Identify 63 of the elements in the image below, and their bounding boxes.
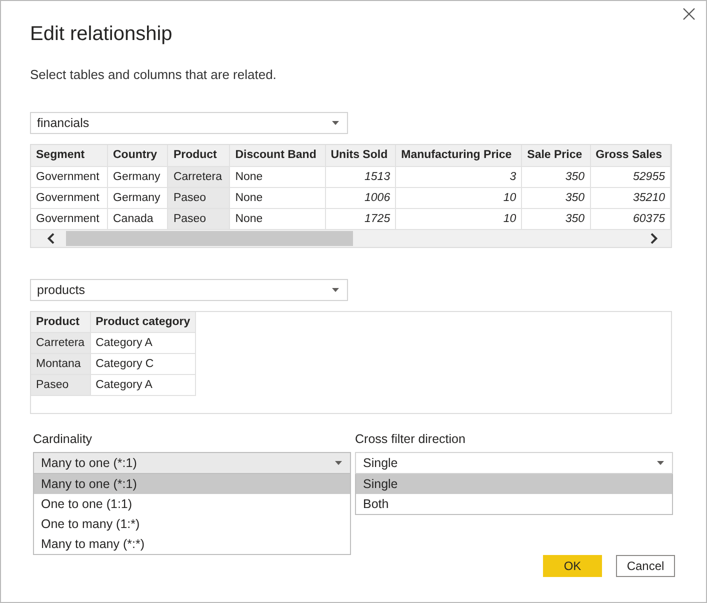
column-header[interactable]: Segment: [31, 145, 108, 166]
dropdown-label: Cross filter direction: [355, 432, 466, 446]
caret-icon: [332, 288, 339, 292]
table-cell: Canada: [108, 208, 168, 229]
table-cell: Category C: [90, 354, 196, 374]
table-cell: 1725: [325, 208, 396, 229]
dropdown-option[interactable]: Single: [356, 474, 672, 494]
dialog-title: Edit relationship: [30, 22, 172, 47]
close-icon: [683, 8, 695, 20]
column-header[interactable]: Country: [108, 145, 168, 166]
table-cell: 1006: [325, 187, 396, 208]
table-cell: 350: [522, 166, 590, 187]
table-cell: Category A: [90, 332, 196, 354]
chevron-right-icon: [650, 232, 658, 244]
table-cell: Carretera: [168, 166, 230, 187]
column-header[interactable]: Units Sold: [325, 145, 396, 166]
dropdown-label: Cardinality: [33, 432, 92, 446]
caret-icon: [657, 460, 664, 464]
column-header[interactable]: Product category: [90, 312, 196, 332]
table-cell: 10: [396, 187, 522, 208]
scrollbar-thumb[interactable]: [66, 230, 353, 246]
cancel-button[interactable]: Cancel: [616, 554, 675, 576]
table-cell: 350: [522, 208, 590, 229]
column-header[interactable]: Manufacturing Price: [396, 145, 522, 166]
dropdown-field[interactable]: Single: [355, 452, 673, 474]
table-cell: Paseo: [168, 208, 230, 229]
table-cell: Carretera: [31, 332, 90, 354]
table-select[interactable]: financials: [30, 112, 348, 134]
table-cell: None: [230, 166, 326, 187]
table-cell: Government: [31, 208, 108, 229]
table-select[interactable]: products: [30, 278, 348, 300]
table-cell: 35210: [590, 187, 670, 208]
table-cell: 1513: [325, 166, 396, 187]
dialog-subtitle: Select tables and columns that are related.: [30, 67, 276, 83]
table-cell: None: [230, 187, 326, 208]
table-cell: 10: [396, 208, 522, 229]
dropdown-option[interactable]: One to one (1:1): [34, 494, 350, 514]
scrollbar-track[interactable]: [31, 230, 671, 246]
table-cell: Category A: [90, 374, 196, 396]
column-header[interactable]: Product: [31, 312, 90, 332]
caret-icon: [332, 121, 339, 125]
caret-icon: [335, 460, 342, 464]
table-cell: 60375: [590, 208, 670, 229]
table-cell: Montana: [31, 354, 90, 374]
column-header[interactable]: Product: [168, 145, 230, 166]
chevron-left-icon: [47, 232, 55, 244]
table-cell: Paseo: [31, 374, 90, 396]
close-button[interactable]: [681, 6, 697, 22]
ok-button[interactable]: OK: [543, 554, 602, 576]
table-cell: 350: [522, 187, 590, 208]
table-cell: Government: [31, 187, 108, 208]
table-cell: Germany: [108, 166, 168, 187]
column-header[interactable]: Sale Price: [522, 145, 590, 166]
table-cell: Germany: [108, 187, 168, 208]
dropdown-option[interactable]: Many to one (*:1): [34, 474, 350, 494]
table-cell: Government: [31, 166, 108, 187]
column-header[interactable]: Gross Sales: [590, 145, 670, 166]
table-cell: Paseo: [168, 187, 230, 208]
dropdown-field[interactable]: Many to one (*:1): [33, 452, 351, 474]
table-cell: 3: [396, 166, 522, 187]
table-cell: 52955: [590, 166, 670, 187]
table-cell: None: [230, 208, 326, 229]
column-header[interactable]: Discount Band: [230, 145, 326, 166]
